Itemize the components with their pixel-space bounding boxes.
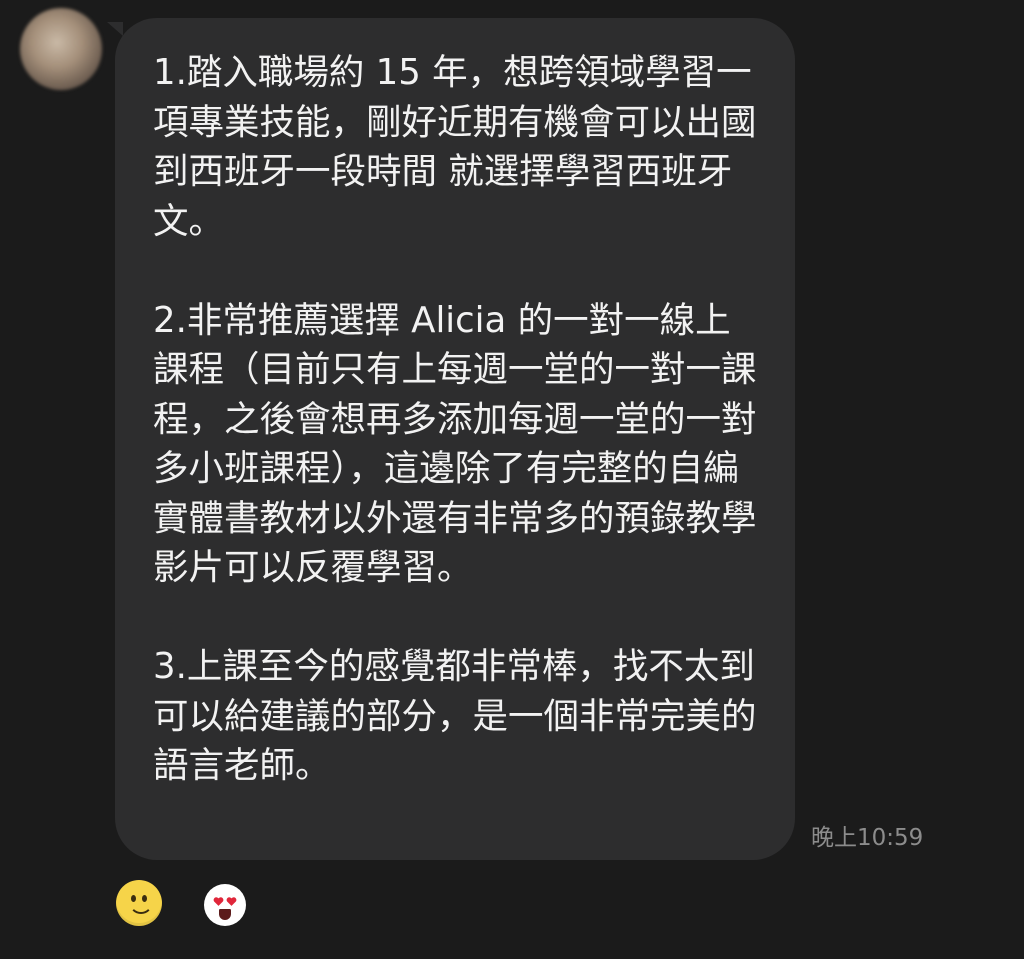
smiley-eye-right (142, 895, 147, 902)
message-bubble[interactable]: 1.踏入職場約 15 年，想跨領域學習一項專業技能，剛好近期有機會可以出國到西班… (115, 18, 795, 860)
heart-face-mouth (219, 909, 231, 920)
smiley-mouth (129, 902, 153, 914)
heart-eyes-face-icon[interactable] (204, 884, 246, 926)
message-paragraph-3: 3.上課至今的感覺都非常棒，找不太到可以給建議的部分，是一個非常完美的語言老師。 (153, 646, 757, 786)
message-paragraph-2: 2.非常推薦選擇 Alicia 的一對一線上課程（目前只有上每週一堂的一對一課程… (153, 299, 757, 589)
bubble-tail (107, 22, 123, 36)
smiling-face-icon[interactable] (116, 880, 162, 926)
heart-eye-left-icon (213, 897, 224, 906)
smiley-eye-left (131, 895, 136, 902)
heart-eye-right-icon (226, 897, 237, 906)
message-paragraph-1: 1.踏入職場約 15 年，想跨領域學習一項專業技能，剛好近期有機會可以出國到西班… (153, 52, 757, 242)
message-timestamp: 晚上10:59 (811, 825, 924, 851)
sender-avatar[interactable] (20, 8, 102, 90)
